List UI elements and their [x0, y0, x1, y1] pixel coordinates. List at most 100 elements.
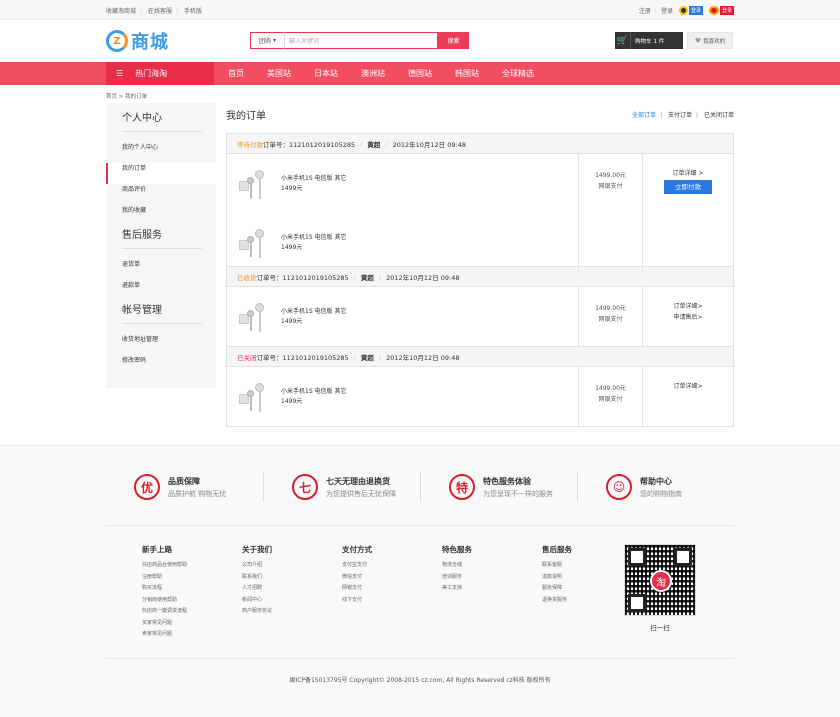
tab-all-orders[interactable]: 全部订单	[632, 112, 656, 119]
pay-now-button[interactable]: 立即付款	[664, 180, 712, 194]
guarantee-title: 品质保障	[168, 476, 200, 486]
login-link[interactable]: 登录	[661, 6, 673, 15]
favorites-button[interactable]: ♥ 我喜欢的	[687, 32, 733, 49]
footer-link[interactable]: 物流仓储	[442, 560, 506, 572]
product-name[interactable]: 小米手机1S 电信版 其它	[281, 387, 346, 397]
sidebar-item[interactable]: 我的收藏	[106, 205, 216, 226]
footer-link[interactable]: 微信支付	[342, 572, 406, 584]
logo-text: 商城	[131, 32, 169, 53]
sidebar-item[interactable]: 退货单	[106, 259, 216, 280]
sidebar-item[interactable]: 我的订单	[106, 163, 216, 184]
qr-code-image: 淘	[624, 544, 696, 616]
search-button[interactable]: 搜索	[438, 32, 469, 49]
seven-day-icon: 七	[292, 474, 318, 500]
footer-link[interactable]: 购买流程	[142, 583, 206, 595]
footer-link[interactable]: 注册帮助	[142, 572, 206, 584]
footer-link[interactable]: 分销商使用帮助	[142, 595, 206, 607]
guarantee-item[interactable]: 特特色服务体验 为您呈现不一样的服务	[420, 472, 577, 502]
footer-link[interactable]: 培训服务	[442, 572, 506, 584]
guarantee-item[interactable]: 优品质保障 品质护航 购物无忧	[106, 472, 263, 502]
order-date: 2012年10月12日 09:48	[386, 353, 460, 362]
footer-link[interactable]: 线下支付	[342, 595, 406, 607]
search-input[interactable]: 输入关键词	[284, 32, 438, 49]
nav-link-0[interactable]: 首页	[228, 68, 244, 79]
top-bar: 收藏淘商城 | 在线客服 | 手机版 注册 | 登录 登录 登录	[0, 0, 840, 20]
footer-column-title: 特色服务	[442, 545, 472, 554]
footer-link[interactable]: 服务保障	[542, 583, 606, 595]
top-link-service[interactable]: 在线客服	[148, 8, 172, 15]
order-number: 订单号：1121012019105285	[256, 353, 349, 362]
footer-link[interactable]: 退款说明	[542, 572, 606, 584]
order-detail-link[interactable]: 订单详细>	[643, 381, 733, 392]
order-content: 我的订单 全部订单 | 支付订单 | 已关闭订单 等待付款 订单号：11210120…	[226, 103, 734, 427]
tab-paid-orders[interactable]: 支付订单	[668, 112, 692, 119]
order-detail-link[interactable]: 订单详细>	[643, 301, 733, 312]
order-item[interactable]: 小米手机1S 电信版 其它 1499元	[227, 213, 578, 272]
tab-closed-orders[interactable]: 已关闭订单	[704, 112, 734, 119]
register-link[interactable]: 注册	[639, 6, 651, 15]
order-filter-tabs: 全部订单 | 支付订单 | 已关闭订单	[632, 111, 734, 119]
footer-link[interactable]: 联系客服	[542, 560, 606, 572]
product-price: 1499元	[281, 397, 303, 405]
site-logo[interactable]: Z 商城	[106, 28, 169, 54]
order-number: 订单号：1121012019105285	[263, 140, 356, 149]
sidebar-item[interactable]: 收货地址管理	[106, 334, 216, 355]
footer-link[interactable]: 美工支持	[442, 583, 506, 595]
product-name[interactable]: 小米手机1S 电信版 其它	[281, 233, 346, 243]
search-type-select[interactable]: 团购 ▾	[250, 32, 284, 49]
guarantee-subtitle: 为您呈现不一样的服务	[483, 489, 553, 498]
product-thumbnail[interactable]	[239, 302, 271, 332]
sidebar-item[interactable]: 退款单	[106, 280, 216, 301]
footer-link[interactable]: 买家常见问题	[142, 618, 206, 630]
nav-link-3[interactable]: 澳洲站	[361, 68, 385, 79]
quality-icon: 优	[134, 474, 160, 500]
product-thumbnail[interactable]	[239, 382, 271, 412]
footer-column: 新手上路 抖店商品台使用帮助 注册帮助 购买流程 分销商使用帮助 抖店商一键调货流程 买家常…	[106, 544, 206, 658]
footer-link[interactable]: 卖家常见问题	[142, 629, 206, 641]
order-status: 已关闭	[237, 353, 257, 362]
nav-link-1[interactable]: 美国站	[267, 68, 291, 79]
product-name[interactable]: 小米手机1S 电信版 其它	[281, 174, 346, 184]
sidebar-item[interactable]: 修改密码	[106, 355, 216, 376]
footer-column: 关于我们 公司介绍 联系我们 人才招聘 新闻中心 商户服务协议	[206, 544, 306, 658]
after-sale-link[interactable]: 申请售后>	[643, 312, 733, 323]
order-detail-link[interactable]: 订单详细 >	[643, 168, 733, 179]
footer-link[interactable]: 抖店商一键调货流程	[142, 606, 206, 618]
product-thumbnail[interactable]	[239, 169, 271, 199]
order-item[interactable]: 小米手机1S 电信版 其它 1499元	[227, 367, 578, 426]
nav-category-menu[interactable]: ☰ 热门海淘	[106, 62, 214, 85]
top-link-mobile[interactable]: 手机版	[184, 8, 202, 15]
qr-label: 扫一扫	[650, 624, 670, 632]
footer-link[interactable]: 联系我们	[242, 572, 306, 584]
footer-link[interactable]: 网银支付	[342, 583, 406, 595]
sidebar-item[interactable]: 商品评价	[106, 184, 216, 205]
footer-link[interactable]: 新闻中心	[242, 595, 306, 607]
order-item[interactable]: 小米手机1S 电信版 其它 1499元	[227, 287, 578, 346]
footer-column: 支付方式 支付宝支付 微信支付 网银支付 线下支付	[306, 544, 406, 658]
order-card: 等待付款 订单号：1121012019105285/黄超/2012年10月12日…	[226, 133, 734, 272]
footer-link[interactable]: 公司介绍	[242, 560, 306, 572]
nav-link-6[interactable]: 全球精选	[502, 68, 534, 79]
weibo-login-button[interactable]: 登录	[708, 5, 734, 15]
logo-icon: Z	[106, 30, 128, 52]
sidebar-item[interactable]: 我的个人中心	[106, 142, 216, 163]
order-header: 已关闭 订单号：1121012019105285/黄超/2012年10月12日 …	[227, 347, 733, 367]
cart-button[interactable]: 🛒 购物车 1 件	[615, 32, 683, 49]
nav-link-2[interactable]: 日本站	[314, 68, 338, 79]
guarantee-item[interactable]: 七七天无理由退换货 为您提供售后无忧保障	[263, 472, 420, 502]
order-item[interactable]: 小米手机1S 电信版 其它 1499元	[227, 154, 578, 213]
footer-link[interactable]: 商户服务协议	[242, 606, 306, 618]
footer-link[interactable]: 人才招聘	[242, 583, 306, 595]
product-thumbnail[interactable]	[239, 228, 271, 258]
nav-link-5[interactable]: 韩国站	[455, 68, 479, 79]
product-name[interactable]: 小米手机1S 电信版 其它	[281, 307, 346, 317]
top-link-favorite[interactable]: 收藏淘商城	[106, 8, 136, 15]
footer-link[interactable]: 支付宝支付	[342, 560, 406, 572]
qq-login-button[interactable]: 登录	[678, 5, 703, 15]
product-price: 1499元	[281, 184, 303, 192]
guarantee-item[interactable]: ☺ 帮助中心 您的购物指南	[577, 472, 734, 502]
nav-link-4[interactable]: 德国站	[408, 68, 432, 79]
sidebar-heading: 售后服务	[122, 230, 162, 241]
footer-link[interactable]: 退换货服务	[542, 595, 606, 607]
footer-link[interactable]: 抖店商品台使用帮助	[142, 560, 206, 572]
